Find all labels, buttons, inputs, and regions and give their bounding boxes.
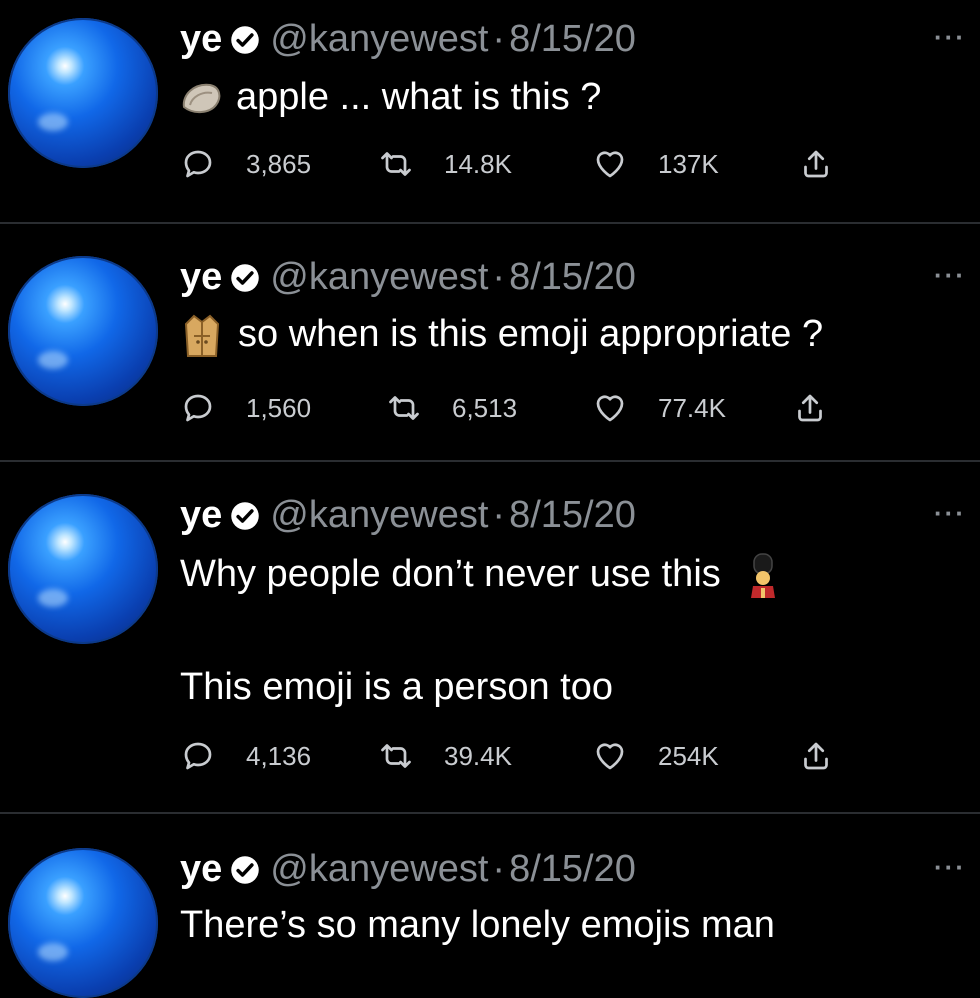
- retweet-button[interactable]: 6,513: [386, 390, 517, 426]
- retweet-button[interactable]: 39.4K: [378, 738, 512, 774]
- like-count: 77.4K: [658, 392, 726, 423]
- verified-badge-icon: [231, 855, 260, 884]
- reply-icon: [184, 742, 212, 770]
- tweet-text: There’s so many lonely emojis man: [180, 904, 775, 947]
- tweet-actions: 3,865 14.8K 137K: [180, 146, 880, 186]
- more-options-icon[interactable]: ···: [934, 498, 966, 529]
- tweet-text: This emoji is a person too: [180, 666, 613, 709]
- timestamp[interactable]: 8/15/20: [509, 18, 636, 61]
- reply-button[interactable]: 3,865: [180, 146, 311, 182]
- more-options-icon[interactable]: ···: [934, 22, 966, 53]
- tweet-3[interactable]: ye @kanyewest · 8/15/20 ··· Why people d…: [0, 462, 980, 814]
- share-icon: [804, 150, 828, 178]
- separator-dot: ·: [492, 18, 506, 60]
- tweet-actions: 4,136 39.4K 254K: [180, 738, 880, 778]
- tweet-header: ye @kanyewest · 8/15/20: [180, 18, 636, 61]
- reply-count: 1,560: [246, 392, 312, 423]
- heart-icon: [596, 743, 624, 770]
- avatar[interactable]: [8, 494, 158, 644]
- tweet-header: ye @kanyewest · 8/15/20: [180, 494, 636, 537]
- retweet-button[interactable]: 14.8K: [378, 146, 512, 182]
- handle[interactable]: @kanyewest: [270, 18, 488, 61]
- display-name[interactable]: ye: [180, 18, 222, 61]
- tweet-text: so when is this emoji appropriate ?: [180, 312, 823, 360]
- share-button[interactable]: [798, 738, 864, 774]
- reply-button[interactable]: 4,136: [180, 738, 311, 774]
- tweet-text-line: Why people don’t never use this: [180, 553, 721, 596]
- tweet-2[interactable]: ye @kanyewest · 8/15/20 ··· so when is t…: [0, 224, 980, 462]
- avatar[interactable]: [8, 848, 158, 998]
- tweet-header: ye @kanyewest · 8/15/20: [180, 256, 636, 299]
- display-name[interactable]: ye: [180, 848, 222, 891]
- handle[interactable]: @kanyewest: [270, 494, 488, 537]
- share-button[interactable]: [792, 390, 858, 426]
- retweet-count: 6,513: [452, 392, 518, 423]
- heart-icon: [596, 151, 624, 178]
- heart-icon: [596, 395, 624, 422]
- oyster-emoji-icon: [182, 83, 221, 113]
- separator-dot: ·: [492, 494, 506, 536]
- handle[interactable]: @kanyewest: [270, 848, 488, 891]
- tweet-text: Why people don’t never use this: [180, 552, 783, 600]
- more-options-icon[interactable]: ···: [934, 260, 966, 291]
- retweet-icon: [381, 744, 411, 768]
- avatar[interactable]: [8, 18, 158, 168]
- share-button[interactable]: [798, 146, 864, 182]
- like-button[interactable]: 77.4K: [592, 390, 726, 426]
- trench-coat-emoji-icon: [184, 314, 220, 357]
- tweet-text: apple ... what is this ?: [180, 76, 601, 119]
- retweet-icon: [381, 152, 411, 176]
- tweet-text-line: so when is this emoji appropriate ?: [238, 313, 824, 356]
- avatar[interactable]: [8, 256, 158, 406]
- reply-button[interactable]: 1,560: [180, 390, 311, 426]
- verified-badge-icon: [231, 501, 260, 530]
- retweet-count: 14.8K: [444, 148, 512, 179]
- timestamp[interactable]: 8/15/20: [509, 256, 636, 299]
- like-count: 254K: [658, 740, 719, 771]
- display-name[interactable]: ye: [180, 494, 222, 537]
- like-button[interactable]: 254K: [592, 738, 719, 774]
- timestamp[interactable]: 8/15/20: [509, 848, 636, 891]
- handle[interactable]: @kanyewest: [270, 256, 488, 299]
- reply-icon: [184, 150, 212, 178]
- share-icon: [804, 742, 828, 770]
- verified-badge-icon: [231, 263, 260, 292]
- tweet-actions: 1,560 6,513 77.4K: [180, 390, 880, 430]
- reply-icon: [184, 394, 212, 422]
- like-button[interactable]: 137K: [592, 146, 719, 182]
- retweet-count: 39.4K: [444, 740, 512, 771]
- retweet-icon: [389, 396, 419, 420]
- tweet-text-line: apple ... what is this ?: [236, 76, 602, 118]
- verified-badge-icon: [231, 25, 260, 54]
- tweet-1[interactable]: ye @kanyewest · 8/15/20 ··· apple ... wh…: [0, 0, 980, 224]
- separator-dot: ·: [492, 256, 506, 298]
- share-icon: [798, 394, 822, 422]
- separator-dot: ·: [492, 848, 506, 890]
- tweet-header: ye @kanyewest · 8/15/20: [180, 848, 636, 891]
- reply-count: 3,865: [246, 148, 312, 179]
- like-count: 137K: [658, 148, 719, 179]
- guard-emoji-icon: [751, 553, 776, 598]
- tweet-text-line: This emoji is a person too: [180, 666, 613, 708]
- display-name[interactable]: ye: [180, 256, 222, 299]
- more-options-icon[interactable]: ···: [934, 852, 966, 883]
- timestamp[interactable]: 8/15/20: [509, 494, 636, 537]
- reply-count: 4,136: [246, 740, 312, 771]
- tweet-4[interactable]: ye @kanyewest · 8/15/20 ··· There’s so m…: [0, 814, 980, 998]
- tweet-text-line: There’s so many lonely emojis man: [180, 904, 775, 946]
